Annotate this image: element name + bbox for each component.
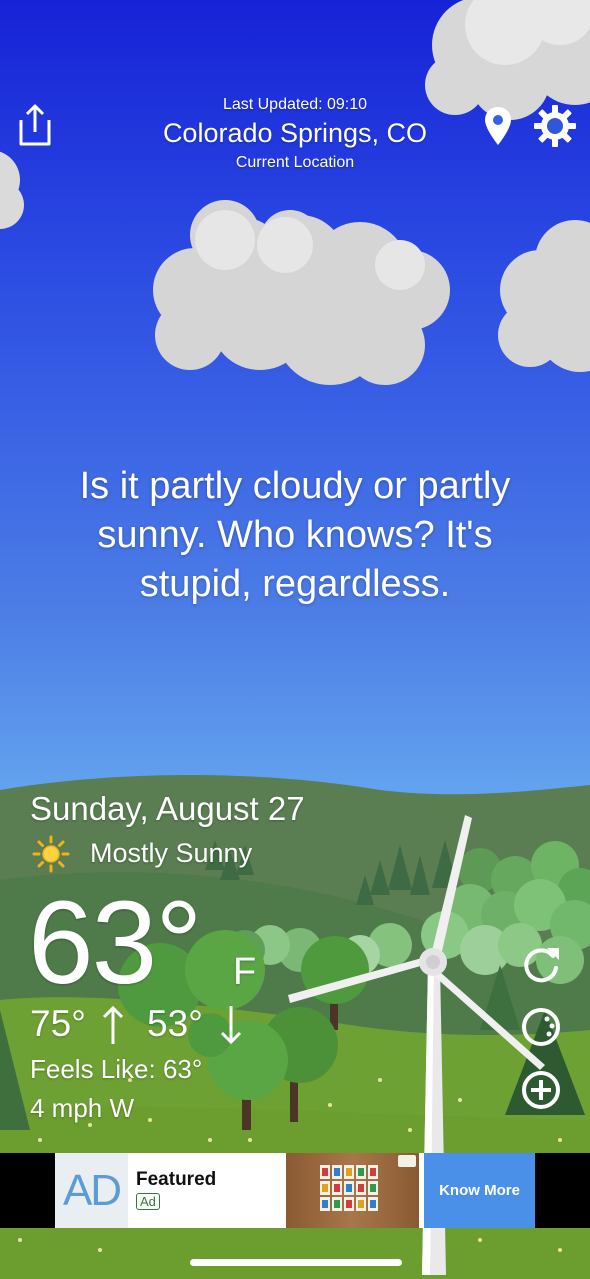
ad-know-more-button[interactable]: Know More [424, 1153, 535, 1228]
landscape-scene [0, 0, 590, 1279]
current-temperature: 63° [28, 877, 202, 1009]
refresh-icon [524, 948, 559, 983]
ad-banner[interactable]: AD Featured Ad Know More [0, 1153, 590, 1228]
arrow-down-icon [219, 1004, 243, 1046]
location-subtitle: Current Location [235, 154, 355, 171]
add-location-button[interactable] [519, 1068, 563, 1112]
cloud-right-edge [498, 220, 590, 372]
palette-icon [522, 1008, 560, 1046]
home-indicator[interactable] [190, 1259, 402, 1266]
sun-icon [32, 835, 70, 873]
ad-content[interactable]: AD Featured Ad Know More [55, 1153, 535, 1228]
high-temperature: 75° [30, 1003, 86, 1044]
refresh-button[interactable] [519, 942, 563, 986]
gear-icon [534, 105, 576, 147]
ad-image [286, 1153, 419, 1228]
weather-quip: Is it partly cloudy or partly sunny. Who… [79, 465, 511, 605]
arrow-up-icon [101, 1004, 125, 1046]
settings-button[interactable] [533, 104, 577, 148]
ad-title: Featured [136, 1169, 217, 1190]
ad-logo: AD [55, 1153, 128, 1228]
condition-label: Mostly Sunny [90, 838, 253, 868]
plus-circle-icon [522, 1071, 560, 1109]
ad-tag: Ad [136, 1193, 160, 1210]
temperature-unit[interactable]: F [233, 951, 256, 994]
theme-button[interactable] [519, 1005, 563, 1049]
date-label: Sunday, August 27 [30, 790, 305, 827]
wind-speed: 4 mph W [30, 1093, 135, 1123]
location-pin-icon [485, 107, 511, 145]
location-button[interactable] [482, 105, 514, 147]
feels-like: Feels Like: 63° [30, 1054, 203, 1084]
low-temperature: 53° [147, 1003, 203, 1044]
